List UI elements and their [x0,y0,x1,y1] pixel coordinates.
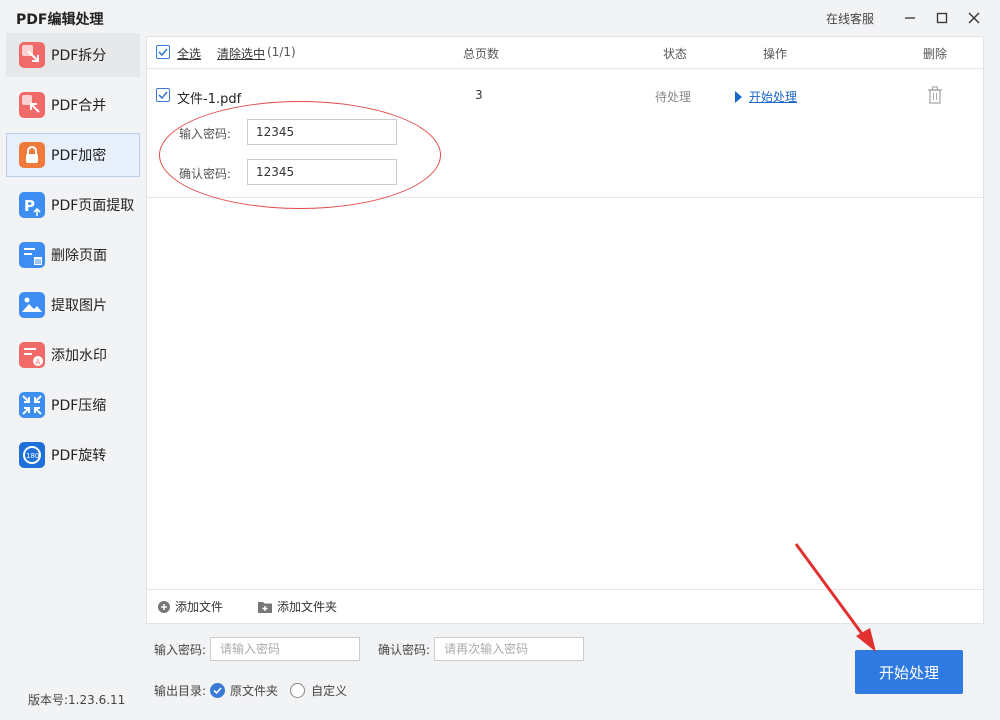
play-icon [735,90,742,103]
sidebar-item-label: 删除页面 [51,248,107,264]
page-extract-icon: P [19,192,45,218]
file-list-panel: 全选 清除选中 (1/1) 总页数 状态 操作 删除 文件-1.pdf 3 待处… [146,36,984,624]
row-confirm-password-input[interactable] [247,159,397,185]
close-icon[interactable] [958,6,990,30]
column-header-action: 操作 [763,47,788,61]
table-header: 全选 清除选中 (1/1) 总页数 状态 操作 删除 [147,37,983,69]
sidebar-item-pdf-page-extract[interactable]: P PDF页面提取 [6,183,140,227]
window-controls: 在线客服 [826,6,990,30]
compress-icon [19,392,45,418]
row-password-label: 输入密码: [179,127,232,141]
split-icon [19,42,45,68]
table-row: 文件-1.pdf 3 待处理 开始处理 输入密码: 确认密码: [147,70,983,209]
svg-text:A: A [36,358,41,366]
selection-count: (1/1) [267,45,296,59]
version-label: 版本号:1.23.6.11 [28,693,126,707]
app-title: PDF编辑处理 [16,12,104,28]
output-original-radio[interactable] [210,683,226,698]
trash-icon[interactable] [927,86,943,108]
output-custom-radio[interactable] [290,683,306,698]
sidebar-item-label: 添加水印 [51,348,107,364]
online-service-link[interactable]: 在线客服 [826,10,874,27]
output-original-label: 原文件夹 [230,684,279,698]
settings-area: 输入密码: 确认密码: 输出目录: 原文件夹 自定义 [154,637,585,699]
clear-selection-link[interactable]: 清除选中 [217,45,265,62]
add-folder-label: 添加文件夹 [277,600,338,614]
start-process-link[interactable]: 开始处理 [735,88,797,105]
start-process-button[interactable]: 开始处理 [855,650,963,694]
sidebar-item-pdf-compress[interactable]: PDF压缩 [6,383,140,427]
sidebar-item-delete-pages[interactable]: 删除页面 [6,233,140,277]
minimize-icon[interactable] [894,6,926,30]
select-all-checkbox[interactable] [156,45,170,59]
row-checkbox[interactable] [156,88,170,102]
sidebar-item-label: PDF拆分 [51,48,107,64]
add-file-label: 添加文件 [175,600,224,614]
image-icon [19,292,45,318]
sidebar-item-pdf-rotate[interactable]: 180 PDF旋转 [6,433,140,477]
password-label: 输入密码: [154,642,207,657]
sidebar-item-extract-images[interactable]: 提取图片 [6,283,140,327]
sidebar-item-pdf-merge[interactable]: PDF合并 [6,83,140,127]
add-folder-button[interactable]: 添加文件夹 [257,598,337,615]
start-process-label: 开始处理 [749,90,798,104]
svg-text:P: P [24,197,35,215]
merge-icon [19,92,45,118]
sidebar-item-add-watermark[interactable]: A 添加水印 [6,333,140,377]
row-password-input[interactable] [247,119,397,145]
confirm-password-input[interactable] [434,637,585,661]
sidebar-item-label: PDF旋转 [51,448,107,464]
sidebar-item-pdf-split[interactable]: PDF拆分 [6,33,140,77]
add-folder-icon [258,601,273,613]
column-header-pages: 总页数 [463,47,500,61]
page-count: 3 [475,88,483,102]
title-bar: PDF编辑处理 在线客服 [0,0,1000,36]
svg-text:180: 180 [26,452,39,460]
row-confirm-password-label: 确认密码: [179,167,232,181]
lock-icon [19,142,45,168]
delete-pages-icon [19,242,45,268]
sidebar-item-label: PDF合并 [51,98,107,114]
sidebar-item-pdf-encrypt[interactable]: PDF加密 [6,133,140,177]
rotate-icon: 180 [19,442,45,468]
status-text: 待处理 [655,90,692,104]
add-circle-icon [158,600,170,613]
password-input[interactable] [210,637,361,661]
watermark-icon: A [19,342,45,368]
add-file-button[interactable]: 添加文件 [157,598,223,615]
annotation-ellipse [159,101,441,209]
column-header-status: 状态 [663,47,688,61]
output-dir-label: 输出目录: [154,684,207,698]
sidebar-item-label: PDF页面提取 [51,198,135,214]
column-header-delete: 删除 [923,47,948,61]
sidebar-item-label: PDF压缩 [51,398,107,414]
sidebar-item-label: 提取图片 [51,298,107,314]
select-all-link[interactable]: 全选 [177,45,201,62]
maximize-icon[interactable] [926,6,958,30]
confirm-password-label: 确认密码: [378,642,431,657]
file-name: 文件-1.pdf [177,92,242,107]
sidebar-item-label: PDF加密 [51,148,107,164]
panel-footer: 添加文件 添加文件夹 [147,589,983,623]
output-custom-label: 自定义 [311,684,348,698]
sidebar: PDF拆分 PDF合并 PDF加密 P PDF页面提取 删除页面 提取图片 A [6,33,140,483]
